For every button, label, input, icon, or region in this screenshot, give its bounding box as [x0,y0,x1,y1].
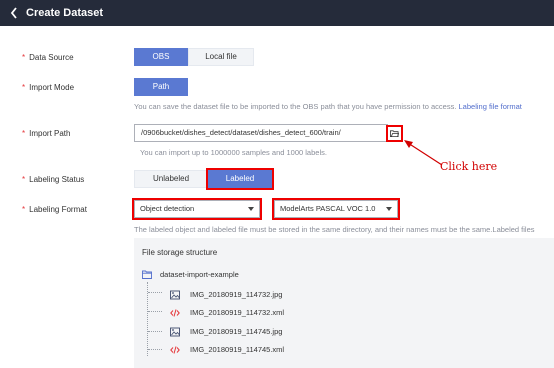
import-mode-label: * Import Mode [22,82,74,94]
import-path-hint: You can import up to 1000000 samples and… [140,148,327,157]
tree-connector [148,311,162,312]
tree-connector [148,331,162,332]
import-path-label-text: Import Path [29,129,71,138]
image-icon [170,290,180,300]
import-mode-path-button[interactable]: Path [134,78,188,96]
page-header: Create Dataset [0,0,554,26]
file-name: IMG_20180919_114732.jpg [190,290,283,299]
image-icon [170,327,180,337]
labeling-status-label: * Labeling Status [22,174,84,186]
data-source-obs-button[interactable]: OBS [134,48,188,66]
code-icon [170,309,180,317]
back-icon[interactable] [8,5,20,21]
required-mark: * [22,129,26,138]
required-mark: * [22,205,26,214]
import-path-input[interactable]: /0906bucket/dishes_detect/dataset/dishes… [134,124,388,142]
required-mark: * [22,53,26,62]
labeling-format-hint: The labeled object and labeled file must… [134,225,535,234]
data-source-local-file-button[interactable]: Local file [188,48,254,66]
tree-connector [148,349,162,350]
labeling-format-label-text: Labeling Format [29,205,87,214]
required-mark: * [22,83,26,92]
code-icon [170,346,180,354]
click-here-annotation: Click here [440,160,498,173]
annotation-arrow [404,140,443,166]
file-structure-title: File storage structure [142,248,218,257]
file-structure-panel: File storage structure dataset-import-ex… [134,238,554,368]
labeling-status-unlabeled-button[interactable]: Unlabeled [134,170,208,188]
labeling-type-highlight-box [132,198,262,220]
data-source-label-text: Data Source [29,53,74,62]
file-name: IMG_20180919_114745.xml [190,345,285,354]
import-mode-hint: You can save the dataset file to be impo… [134,101,522,112]
file-name: IMG_20180919_114732.xml [190,308,285,317]
page-title: Create Dataset [26,7,104,19]
labeling-file-format-link[interactable]: Labeling file format [459,102,522,111]
import-mode-hint-text: You can save the dataset file to be impo… [134,102,457,111]
file-name: IMG_20180919_114745.jpg [190,327,283,336]
root-folder-name: dataset-import-example [160,270,239,279]
labeling-format-label: * Labeling Format [22,204,87,216]
folder-icon [142,270,152,279]
labeled-highlight-box [206,168,274,190]
import-path-label: * Import Path [22,128,70,140]
tree-connector [148,292,162,293]
labeling-format-highlight-box [272,198,400,220]
labeling-status-label-text: Labeling Status [29,175,85,184]
tree-connector [147,282,148,356]
data-source-label: * Data Source [22,52,74,64]
required-mark: * [22,175,26,184]
import-mode-label-text: Import Mode [29,83,75,92]
